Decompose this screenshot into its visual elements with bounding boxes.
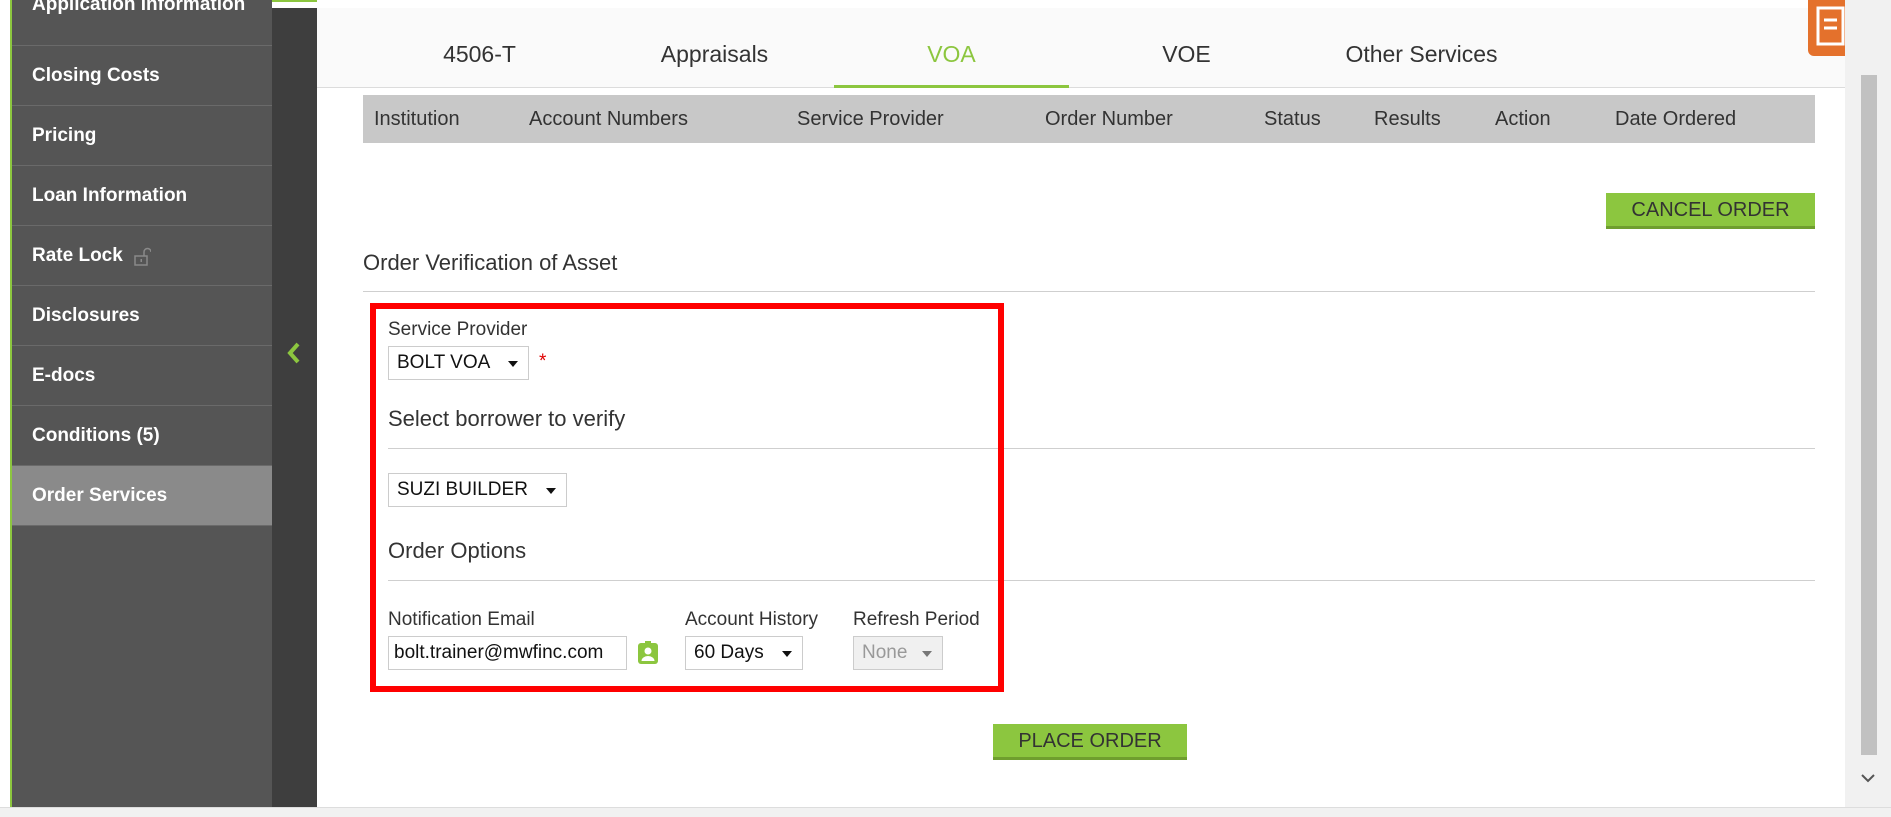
column-header[interactable]: Service Provider [797,95,944,143]
chevron-left-icon[interactable] [284,340,304,366]
sidebar-item-label: Conditions (5) [32,424,160,446]
sidebar-item-label: Closing Costs [32,64,160,86]
order-verification-title: Order Verification of Asset [363,250,618,275]
cancel-order-button[interactable]: CANCEL ORDER [1606,193,1815,229]
sidebar-item-label: Order Services [32,484,168,506]
sidebar-item-label: Disclosures [32,304,140,326]
column-header[interactable]: Account Numbers [529,95,688,143]
sidebar-item-closing-costs[interactable]: Closing Costs [12,46,272,106]
sidebar-item-rate-lock[interactable]: Rate Lock [12,226,272,286]
sidebar-item-order-services[interactable]: Order Services [12,466,272,526]
sidebar-item-conditions[interactable]: Conditions (5) [12,406,272,466]
tab-voe[interactable]: VOE [1069,8,1304,88]
main-content: 4506-T Appraisals VOA VOE Other Services… [317,0,1845,807]
sidebar-item-label: Application Information [32,0,246,15]
column-header[interactable]: Date Ordered [1615,95,1736,143]
column-header[interactable]: Institution [374,95,460,143]
sidebar-item-application-information[interactable]: Application Information [12,0,272,46]
column-header[interactable]: Results [1374,95,1441,143]
scrollbar-thumb[interactable] [1861,75,1877,755]
sidebar-item-label: Rate Lock [32,244,123,266]
tab-other-services[interactable]: Other Services [1304,8,1539,88]
column-header[interactable]: Status [1264,95,1321,143]
sidebar-item-disclosures[interactable]: Disclosures [12,286,272,346]
column-header[interactable]: Order Number [1045,95,1173,143]
chevron-down-icon[interactable] [1858,768,1878,788]
sidebar-item-label: Loan Information [32,184,188,206]
place-order-button[interactable]: PLACE ORDER [993,724,1187,760]
tab-appraisals[interactable]: Appraisals [597,8,832,88]
frame-left-border [0,0,12,817]
divider [363,291,1815,292]
sidebar-collapse-bar[interactable] [272,0,317,807]
service-tabs: 4506-T Appraisals VOA VOE Other Services [317,8,1845,88]
tab-4506-t[interactable]: 4506-T [362,8,597,88]
unlock-icon [133,247,152,266]
sidebar-item-label: E-docs [32,364,96,386]
vertical-scrollbar[interactable] [1845,0,1891,807]
sidebar-item-label: Pricing [32,124,97,146]
column-header[interactable]: Action [1495,95,1551,143]
horizontal-scrollbar[interactable] [0,807,1891,817]
tab-voa[interactable]: VOA [834,8,1069,88]
sidebar-item-loan-information[interactable]: Loan Information [12,166,272,226]
red-highlight-box [370,303,1004,692]
sidebar-nav: Application Information Closing Costs Pr… [12,0,272,807]
sidebar-item-pricing[interactable]: Pricing [12,106,272,166]
sidebar-item-e-docs[interactable]: E-docs [12,346,272,406]
orders-table-header: Institution Account Numbers Service Prov… [363,95,1815,143]
